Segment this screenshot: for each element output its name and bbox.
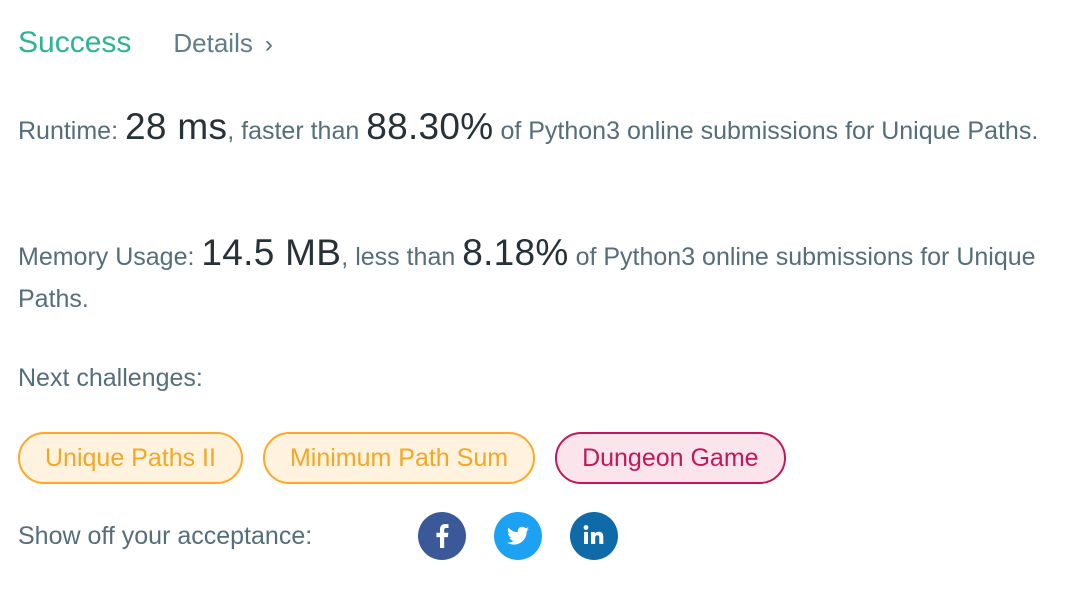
linkedin-icon[interactable] bbox=[570, 512, 618, 560]
twitter-icon[interactable] bbox=[494, 512, 542, 560]
memory-mid: , less than bbox=[341, 243, 463, 271]
runtime-label: Runtime: bbox=[18, 117, 125, 145]
runtime-suffix: of Python3 online submissions for Unique… bbox=[493, 117, 1039, 145]
memory-stat: Memory Usage: 14.5 MB, less than 8.18% o… bbox=[18, 232, 1063, 320]
memory-label: Memory Usage: bbox=[18, 243, 202, 271]
details-link[interactable]: Details › bbox=[173, 28, 272, 59]
runtime-percent: 88.30% bbox=[366, 106, 494, 147]
next-challenges-list: Unique Paths II Minimum Path Sum Dungeon… bbox=[18, 432, 786, 484]
runtime-value: 28 ms bbox=[124, 106, 228, 147]
memory-percent: 8.18% bbox=[462, 232, 569, 273]
challenge-tag-minimum-path-sum[interactable]: Minimum Path Sum bbox=[262, 432, 536, 484]
runtime-mid: , faster than bbox=[227, 117, 367, 145]
details-label: Details bbox=[173, 28, 253, 58]
runtime-stat: Runtime: 28 ms, faster than 88.30% of Py… bbox=[18, 106, 1063, 152]
result-header: Success Details › bbox=[18, 26, 273, 60]
challenge-tag-unique-paths-ii[interactable]: Unique Paths II bbox=[18, 432, 243, 484]
challenge-tag-dungeon-game[interactable]: Dungeon Game bbox=[555, 432, 786, 484]
facebook-icon[interactable] bbox=[418, 512, 466, 560]
status-label: Success bbox=[18, 26, 132, 59]
next-challenges-label: Next challenges: bbox=[18, 364, 203, 392]
share-label: Show off your acceptance: bbox=[18, 521, 313, 550]
memory-value: 14.5 MB bbox=[201, 232, 342, 273]
share-row: Show off your acceptance: bbox=[18, 512, 646, 560]
chevron-right-icon: › bbox=[264, 31, 273, 58]
